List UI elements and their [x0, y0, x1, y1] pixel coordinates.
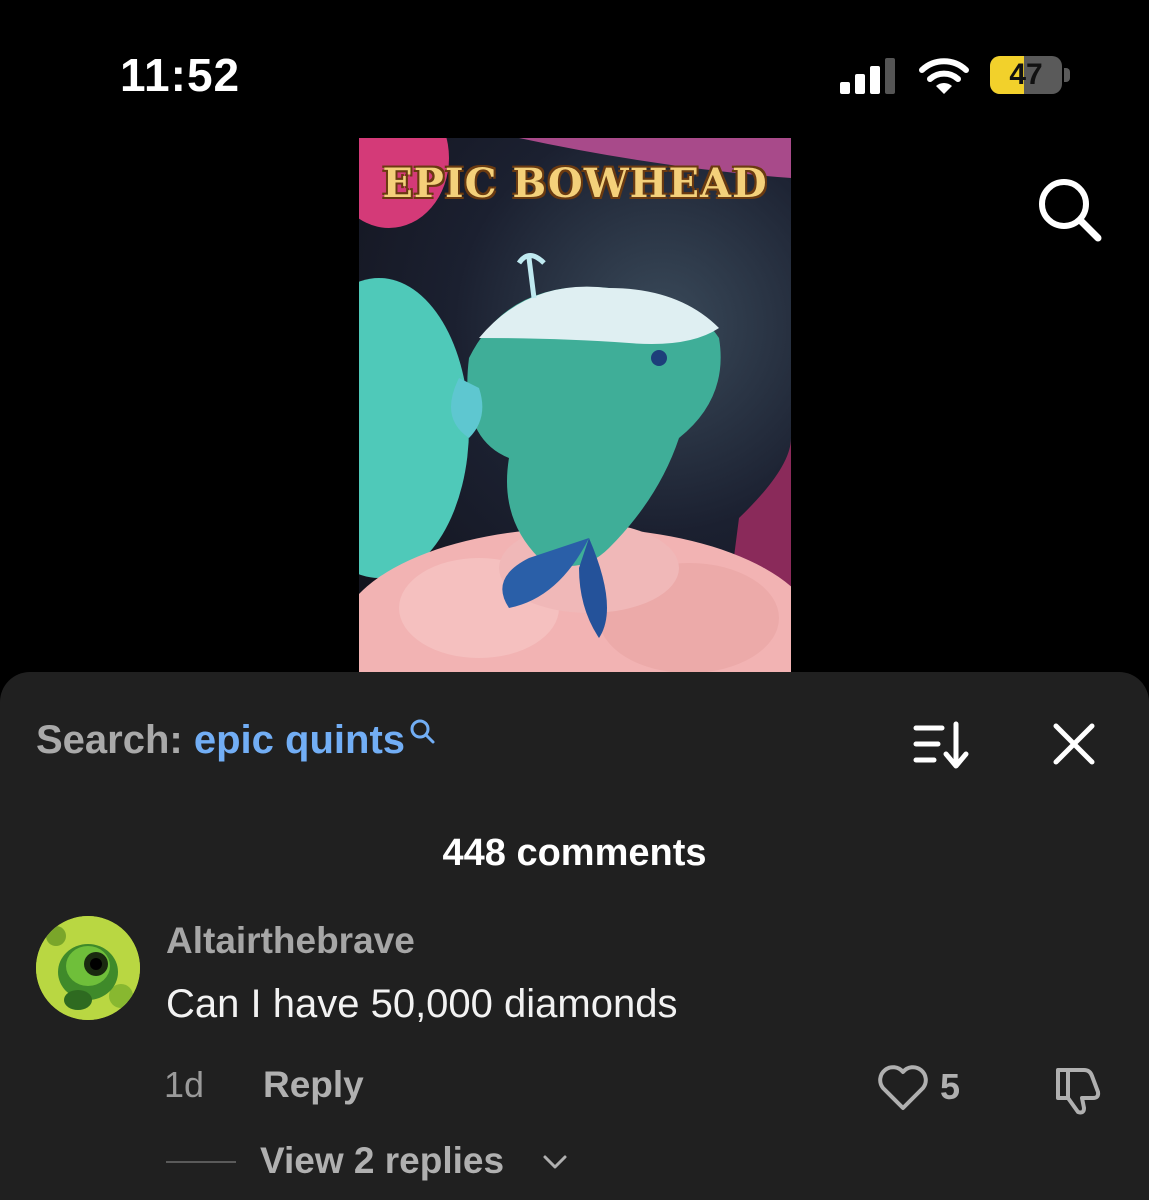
video-title: EPIC BOWHEAD: [382, 160, 768, 207]
search-icon: [410, 719, 435, 744]
search-query-link[interactable]: epic quints: [194, 718, 405, 762]
status-bar: 11:52 47: [0, 0, 1149, 120]
wifi-icon: [919, 58, 969, 94]
chevron-down-icon[interactable]: [541, 1152, 569, 1172]
comment-timestamp: 1d: [164, 1064, 205, 1105]
heart-icon[interactable]: [876, 1062, 930, 1112]
comments-sheet: Search: epic quints 448 comments Altairt…: [0, 672, 1149, 1200]
comment-username[interactable]: Altairthebrave: [166, 920, 415, 962]
like-count: 5: [940, 1066, 961, 1107]
search-icon[interactable]: [1032, 172, 1104, 244]
battery-percent: 47: [1009, 58, 1043, 91]
status-time: 11:52: [120, 49, 241, 101]
view-replies-button[interactable]: View 2 replies: [260, 1140, 504, 1182]
bowhead-artwork: [359, 138, 791, 673]
video-thumbnail[interactable]: EPIC BOWHEAD: [359, 138, 791, 673]
reply-button[interactable]: Reply: [263, 1064, 364, 1106]
close-icon[interactable]: [1050, 720, 1098, 768]
search-header[interactable]: Search: epic quints: [36, 718, 437, 763]
dislike-icon[interactable]: [1052, 1062, 1106, 1116]
battery-icon: 47: [990, 56, 1072, 96]
comment-count: 448 comments: [442, 832, 707, 874]
avatar[interactable]: [36, 916, 140, 1020]
signal-icon: [840, 58, 895, 94]
replies-divider: [166, 1161, 236, 1163]
comment-text: Can I have 50,000 diamonds: [166, 982, 678, 1026]
search-label: Search:: [36, 718, 183, 762]
sort-icon[interactable]: [912, 720, 970, 770]
